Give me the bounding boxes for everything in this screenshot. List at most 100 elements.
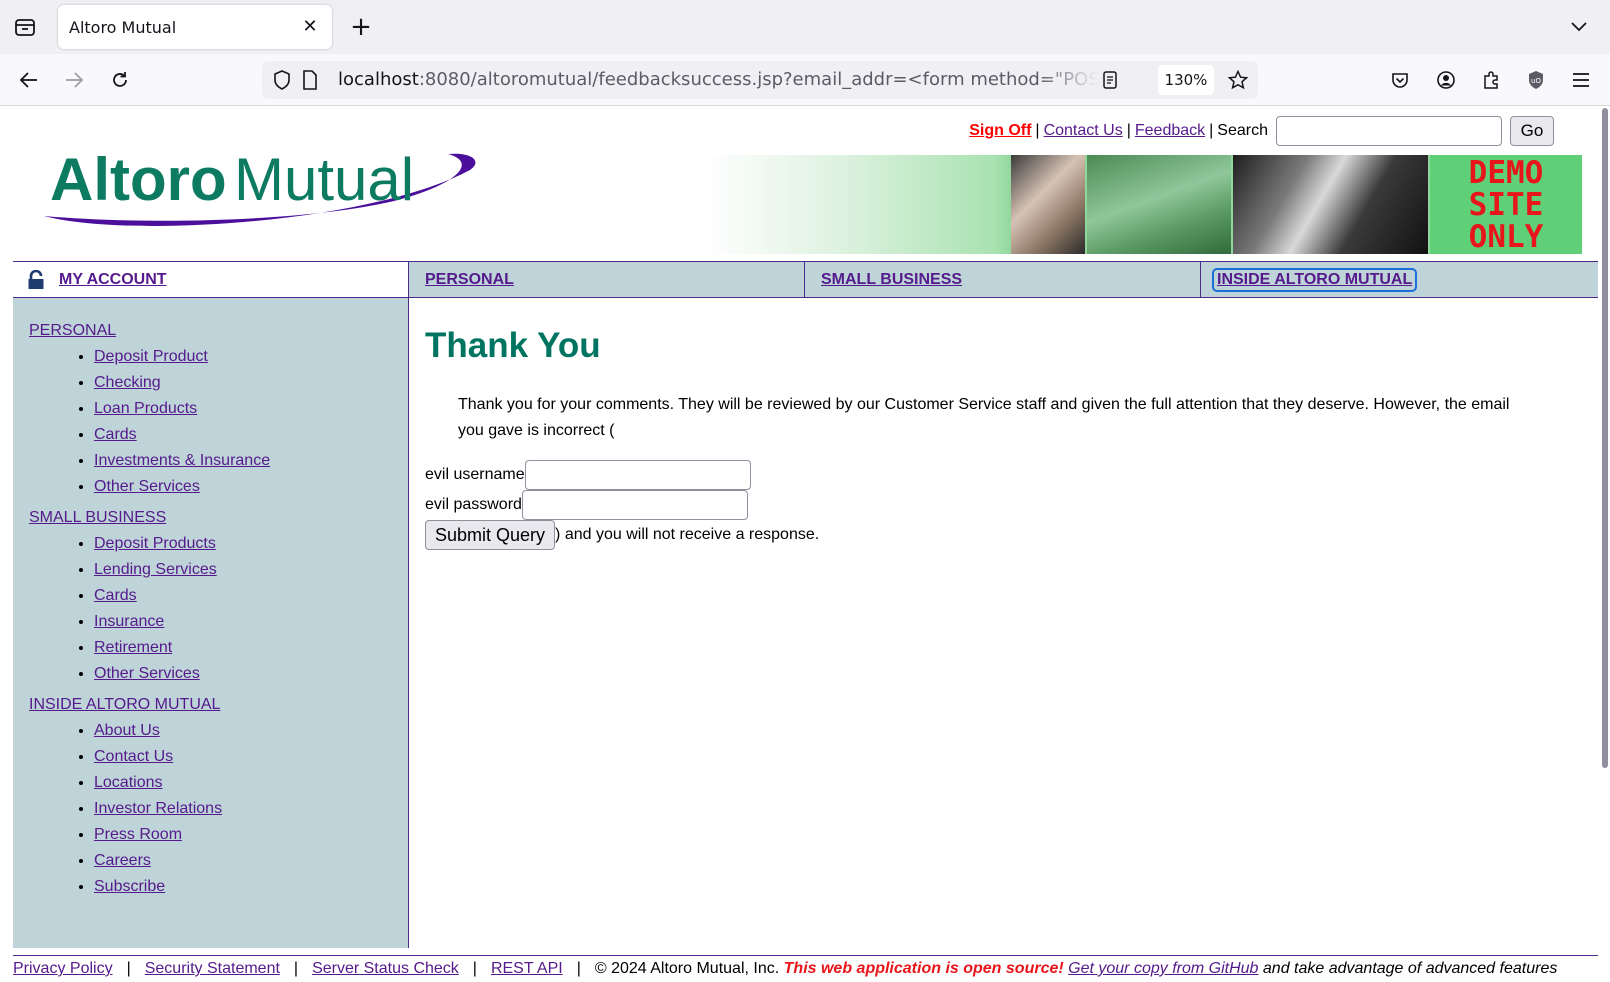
evil-password-input[interactable] bbox=[521, 490, 748, 520]
bookmark-star-icon[interactable] bbox=[1228, 70, 1248, 90]
nav-personal: PERSONAL bbox=[409, 262, 805, 297]
sidebar-link[interactable]: Cards bbox=[94, 587, 137, 604]
page-icon[interactable] bbox=[300, 70, 320, 90]
evil-username-label: evil username bbox=[425, 466, 525, 483]
feedback-message: Thank you for your comments. They will b… bbox=[458, 396, 1510, 439]
banner-photo-keyboard bbox=[1087, 155, 1231, 254]
back-arrow-icon[interactable] bbox=[13, 64, 45, 96]
sidebar-link[interactable]: Cards bbox=[94, 426, 137, 443]
pocket-icon[interactable] bbox=[1384, 64, 1416, 96]
sidebar-link[interactable]: Other Services bbox=[94, 478, 200, 495]
list-item: Lending Services bbox=[94, 558, 408, 584]
sidebar-heading-personal[interactable]: PERSONAL bbox=[29, 322, 408, 340]
go-button[interactable]: Go bbox=[1510, 116, 1554, 146]
separator: | bbox=[1035, 122, 1040, 139]
security-statement-link[interactable]: Security Statement bbox=[145, 960, 280, 977]
url-text[interactable]: localhost:8080/altoromutual/feedbacksucc… bbox=[338, 69, 1098, 93]
list-item: Cards bbox=[94, 584, 408, 610]
sidebar-link[interactable]: Press Room bbox=[94, 826, 182, 843]
github-link[interactable]: Get your copy from GitHub bbox=[1068, 960, 1258, 977]
sidebar-heading-small-business[interactable]: SMALL BUSINESS bbox=[29, 509, 408, 527]
tab-list-icon[interactable] bbox=[12, 14, 38, 40]
evil-username-input[interactable] bbox=[524, 460, 751, 490]
banner-photo-people bbox=[1233, 155, 1428, 254]
sidebar-link[interactable]: Deposit Products bbox=[94, 535, 216, 552]
reload-icon[interactable] bbox=[104, 64, 136, 96]
zoom-level[interactable]: 130% bbox=[1158, 65, 1214, 95]
reader-view-icon[interactable] bbox=[1100, 70, 1120, 90]
demo-line: ONLY bbox=[1468, 219, 1544, 255]
inside-altoro-tab-link[interactable]: INSIDE ALTORO MUTUAL bbox=[1211, 267, 1418, 292]
small-business-tab-link[interactable]: SMALL BUSINESS bbox=[821, 271, 962, 289]
form-row: Submit Query ) and you will not receive … bbox=[425, 520, 819, 550]
server-status-link[interactable]: Server Status Check bbox=[312, 960, 459, 977]
sidebar-link[interactable]: Retirement bbox=[94, 639, 172, 656]
forward-arrow-icon[interactable] bbox=[58, 64, 90, 96]
list-item: Locations bbox=[94, 771, 408, 797]
page-title: Thank You bbox=[425, 326, 601, 365]
personal-tab-link[interactable]: PERSONAL bbox=[425, 271, 514, 289]
sidebar-link[interactable]: Careers bbox=[94, 852, 151, 869]
nav-inside-altoro: INSIDE ALTORO MUTUAL bbox=[1201, 262, 1598, 297]
separator: | bbox=[293, 960, 299, 977]
sidebar-link[interactable]: About Us bbox=[94, 722, 160, 739]
sidebar-list: About Us Contact Us Locations Investor R… bbox=[29, 719, 408, 901]
lock-icon bbox=[27, 269, 45, 290]
account-icon[interactable] bbox=[1430, 64, 1462, 96]
altoro-mutual-logo[interactable]: Altoro Mutual bbox=[38, 142, 488, 232]
ublock-shield-icon[interactable]: uO bbox=[1520, 64, 1552, 96]
sidebar-link[interactable]: Investor Relations bbox=[94, 800, 222, 817]
menu-hamburger-icon[interactable] bbox=[1565, 64, 1597, 96]
sidebar-link[interactable]: Locations bbox=[94, 774, 163, 791]
logo-text-mutual: Mutual bbox=[234, 146, 414, 213]
sidebar-link[interactable]: Contact Us bbox=[94, 748, 173, 765]
sidebar-section-personal: PERSONAL Deposit Product Checking Loan P… bbox=[29, 322, 408, 501]
demo-line: SITE bbox=[1468, 187, 1544, 223]
sidebar-link[interactable]: Investments & Insurance bbox=[94, 452, 270, 469]
nav-my-account: MY ACCOUNT bbox=[13, 262, 409, 297]
privacy-policy-link[interactable]: Privacy Policy bbox=[13, 960, 113, 977]
form-row: evil password bbox=[425, 490, 819, 520]
page-scrollbar[interactable] bbox=[1602, 108, 1608, 768]
demo-site-only-badge: DEMO SITE ONLY bbox=[1430, 155, 1582, 254]
list-item: Checking bbox=[94, 371, 408, 397]
sidebar-link[interactable]: Checking bbox=[94, 374, 161, 391]
sidebar-list: Deposit Product Checking Loan Products C… bbox=[29, 345, 408, 501]
sidebar-link[interactable]: Insurance bbox=[94, 613, 164, 630]
search-input[interactable] bbox=[1276, 116, 1502, 146]
header-links: Sign Off | Contact Us | Feedback | Searc… bbox=[969, 116, 1554, 146]
close-icon[interactable]: ✕ bbox=[300, 16, 320, 36]
list-item: Contact Us bbox=[94, 745, 408, 771]
submit-query-button[interactable]: Submit Query bbox=[425, 520, 556, 550]
sidebar-heading-inside-altoro[interactable]: INSIDE ALTORO MUTUAL bbox=[29, 696, 408, 714]
injected-form: evil username evil password Submit Query… bbox=[425, 460, 819, 550]
list-item: Deposit Product bbox=[94, 345, 408, 371]
sidebar-section-inside-altoro: INSIDE ALTORO MUTUAL About Us Contact Us… bbox=[29, 696, 408, 901]
sidebar-link[interactable]: Other Services bbox=[94, 665, 200, 682]
logo-text-altoro: Altoro bbox=[50, 146, 227, 213]
chevron-down-icon[interactable] bbox=[1566, 14, 1592, 40]
evil-password-label: evil password bbox=[425, 496, 522, 513]
browser-tab[interactable]: Altoro Mutual ✕ bbox=[58, 5, 332, 49]
sign-off-link[interactable]: Sign Off bbox=[969, 122, 1031, 140]
my-account-link[interactable]: MY ACCOUNT bbox=[59, 271, 167, 289]
sidebar-link[interactable]: Lending Services bbox=[94, 561, 217, 578]
contact-us-link[interactable]: Contact Us bbox=[1044, 122, 1123, 140]
shield-icon[interactable] bbox=[272, 70, 292, 90]
sidebar-link[interactable]: Subscribe bbox=[94, 878, 165, 895]
list-item: Careers bbox=[94, 849, 408, 875]
list-item: Cards bbox=[94, 423, 408, 449]
demo-line: DEMO bbox=[1468, 155, 1544, 191]
extensions-icon[interactable] bbox=[1475, 64, 1507, 96]
separator: | bbox=[126, 960, 131, 977]
address-bar[interactable]: localhost:8080/altoromutual/feedbacksucc… bbox=[262, 61, 1258, 99]
sidebar-link[interactable]: Loan Products bbox=[94, 400, 197, 417]
list-item: Other Services bbox=[94, 475, 408, 501]
sidebar-link[interactable]: Deposit Product bbox=[94, 348, 208, 365]
list-item: Loan Products bbox=[94, 397, 408, 423]
new-tab-icon[interactable]: + bbox=[348, 12, 374, 42]
rest-api-link[interactable]: REST API bbox=[491, 960, 563, 977]
banner-photo-woman bbox=[1011, 155, 1085, 254]
search-label: Search bbox=[1217, 122, 1268, 139]
feedback-link[interactable]: Feedback bbox=[1135, 122, 1205, 140]
